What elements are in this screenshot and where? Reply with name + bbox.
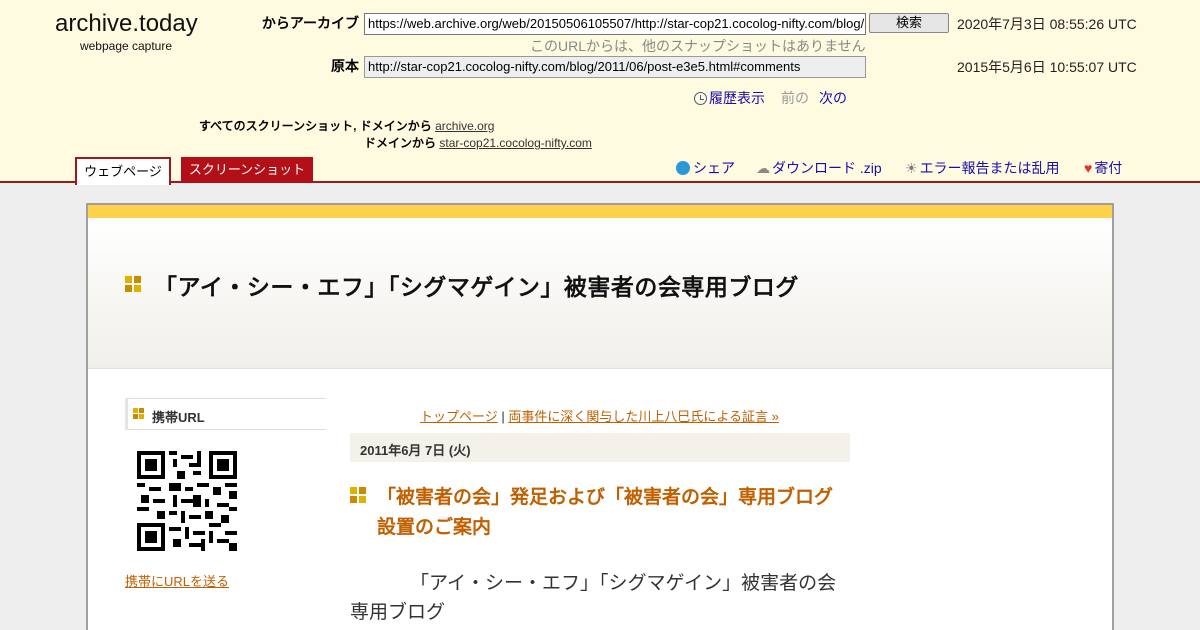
crumb-separator: | bbox=[497, 409, 509, 424]
next-link[interactable]: 次の bbox=[819, 90, 847, 106]
share-link[interactable]: シェア bbox=[676, 158, 735, 178]
original-url-field[interactable]: http://star-cop21.cocolog-nifty.com/blog… bbox=[364, 56, 866, 78]
breadcrumb: トップページ | 両事件に深く関与した川上八巳氏による証言 » bbox=[420, 406, 779, 425]
blog-title[interactable]: 「アイ・シー・エフ」「シグマゲイン」被害者の会専用ブログ bbox=[154, 268, 799, 302]
domain-label: ドメインから bbox=[364, 136, 437, 150]
domain-row-1: すべてのスクリーンショット, ドメインから archive.org bbox=[199, 117, 494, 134]
history-icon bbox=[694, 92, 707, 105]
share-icon bbox=[676, 161, 690, 175]
domain-link-site[interactable]: star-cop21.cocolog-nifty.com bbox=[439, 136, 592, 150]
archive-logo[interactable]: archive.today webpage capture bbox=[55, 10, 198, 53]
lightbulb-icon: ☀ bbox=[905, 160, 918, 176]
blog-banner: 「アイ・シー・エフ」「シグマゲイン」被害者の会専用ブログ bbox=[88, 218, 1112, 369]
crumb-next-link[interactable]: 両事件に深く関与した川上八巳氏による証言 » bbox=[508, 409, 778, 424]
title-bullet-icon bbox=[125, 276, 141, 292]
domain-link-archive-org[interactable]: archive.org bbox=[435, 119, 494, 133]
post-bullet-icon bbox=[350, 487, 366, 503]
send-url-to-mobile-link[interactable]: 携帯にURLを送る bbox=[125, 571, 229, 590]
post-title[interactable]: 「被害者の会」発足および「被害者の会」専用ブログ設置のご案内 bbox=[377, 483, 847, 543]
no-other-snapshots: このURLからは、他のスナップショットはありません bbox=[530, 38, 866, 54]
domain-row-2: ドメインから star-cop21.cocolog-nifty.com bbox=[364, 134, 592, 151]
download-label: ダウンロード .zip bbox=[772, 160, 882, 176]
crumb-home-link[interactable]: トップページ bbox=[420, 409, 498, 424]
sidebar-title: 携帯URL bbox=[152, 410, 205, 425]
report-label: エラー報告または乱用 bbox=[919, 160, 1060, 176]
donate-link[interactable]: ♥ 寄付 bbox=[1084, 158, 1122, 178]
download-link[interactable]: ☁ ダウンロード .zip bbox=[756, 158, 882, 178]
logo-title[interactable]: archive.today bbox=[55, 10, 198, 38]
post-body: 「アイ・シー・エフ」「シグマゲイン」被害者の会専用ブログ bbox=[350, 573, 837, 623]
post-date: 2011年6月 7日 (火) bbox=[350, 433, 850, 462]
archive-header: archive.today webpage capture からアーカイブ ht… bbox=[0, 0, 1200, 185]
captured-blog-page: 「アイ・シー・エフ」「シグマゲイン」被害者の会専用ブログ 携帯URL 携帯にUR… bbox=[86, 203, 1114, 630]
archived-time: 2020年7月3日 08:55:26 UTC bbox=[957, 16, 1137, 32]
qr-code bbox=[137, 451, 237, 551]
archived-label: からアーカイブ bbox=[261, 15, 359, 31]
archived-url-field[interactable]: https://web.archive.org/web/201505061055… bbox=[364, 13, 866, 35]
cloud-download-icon: ☁ bbox=[756, 160, 770, 176]
share-label: シェア bbox=[693, 160, 735, 176]
search-button[interactable]: 検索 bbox=[869, 13, 949, 33]
sidebar-heading: 携帯URL bbox=[125, 398, 326, 430]
snapshot-nav: 履歴表示 前の 次の bbox=[694, 88, 847, 108]
prev-link: 前の bbox=[781, 90, 809, 106]
heart-icon: ♥ bbox=[1084, 160, 1093, 176]
logo-subtitle: webpage capture bbox=[79, 39, 173, 53]
report-link[interactable]: ☀ エラー報告または乱用 bbox=[905, 158, 1060, 178]
sidebar-bullet-icon bbox=[133, 408, 144, 419]
all-screenshots-label: すべてのスクリーンショット, ドメインから bbox=[199, 119, 432, 133]
history-link[interactable]: 履歴表示 bbox=[709, 90, 765, 106]
donate-label: 寄付 bbox=[1094, 160, 1123, 176]
tab-screenshot[interactable]: スクリーンショット bbox=[181, 157, 313, 183]
original-label: 原本 bbox=[331, 58, 359, 74]
original-time: 2015年5月6日 10:55:07 UTC bbox=[957, 59, 1137, 75]
tab-webpage[interactable]: ウェブページ bbox=[75, 157, 171, 185]
blog-accent-bar bbox=[88, 205, 1112, 218]
